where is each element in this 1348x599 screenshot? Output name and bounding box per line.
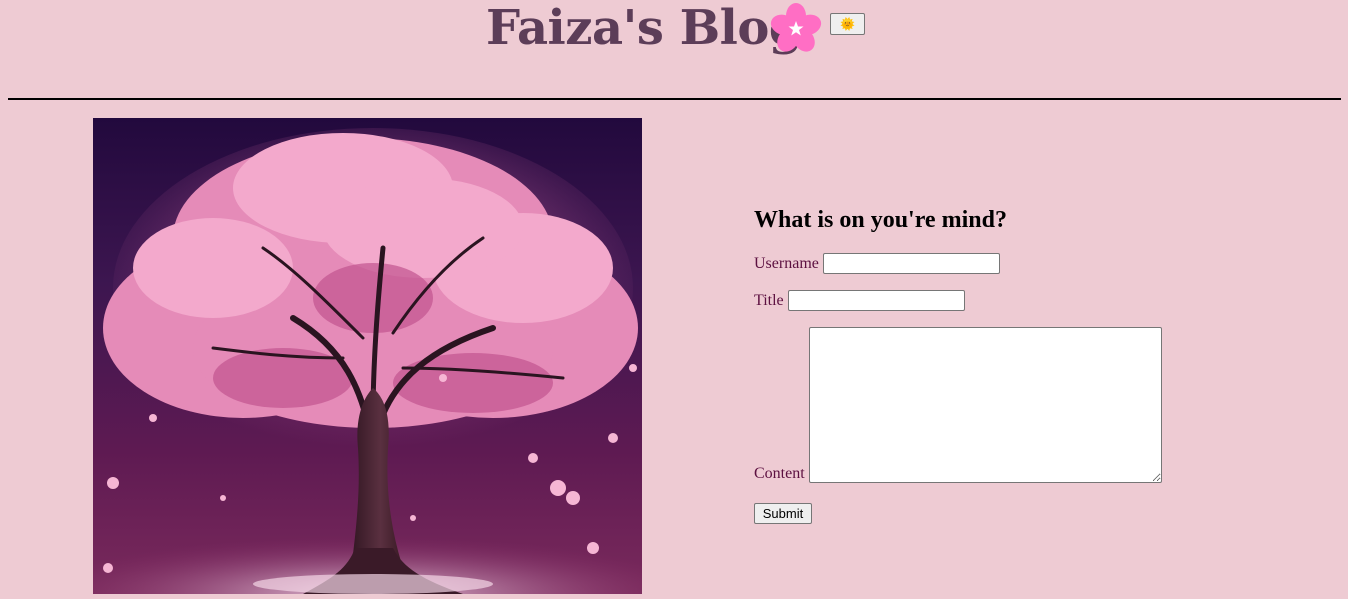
sun-face-icon: 🌞 [840, 17, 855, 31]
username-label: Username [754, 255, 819, 272]
submit-button[interactable]: Submit [754, 503, 812, 524]
title-input[interactable] [787, 290, 965, 311]
page-header: Faiza's Blog 🌞 [0, 0, 1348, 100]
cherry-blossom-icon [770, 3, 822, 52]
title-row: Title [754, 290, 965, 311]
username-row: Username [754, 253, 1000, 274]
username-input[interactable] [822, 253, 1000, 274]
title-label: Title [754, 292, 784, 309]
page-title: Faiza's Blog [486, 0, 802, 56]
theme-toggle-button[interactable]: 🌞 [830, 13, 865, 35]
content-label: Content [754, 465, 805, 482]
post-form: What is on you're mind? Username Title C… [754, 205, 1254, 524]
header-divider [8, 98, 1341, 100]
cherry-blossom-image [93, 118, 642, 594]
content-textarea[interactable] [808, 327, 1162, 483]
content-row: Content [754, 327, 1162, 483]
form-heading: What is on you're mind? [754, 207, 1007, 233]
